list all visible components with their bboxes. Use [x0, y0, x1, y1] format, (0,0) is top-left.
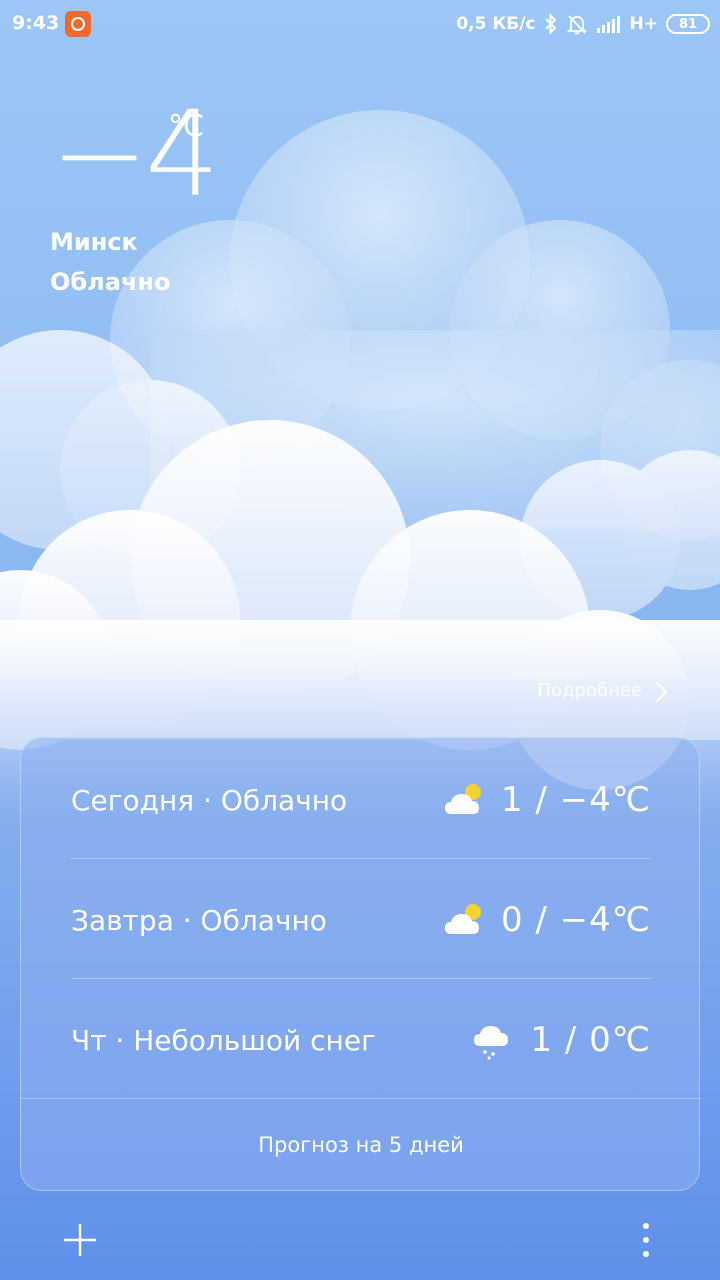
partly-cloudy-icon — [443, 900, 487, 940]
status-time: 9:43 — [12, 12, 60, 34]
forecast-row-tomorrow[interactable]: Завтра · Облачно 0 / −4℃ — [71, 860, 651, 980]
forecast-temps: 0 / −4℃ — [500, 900, 651, 940]
forecast-day-label: Сегодня · Облачно — [71, 783, 348, 817]
forecast-row-today[interactable]: Сегодня · Облачно 1 / −4℃ — [71, 740, 651, 860]
current-temperature: −4 — [50, 85, 220, 223]
signal-icon — [596, 14, 622, 34]
more-vertical-icon[interactable] — [636, 1222, 656, 1258]
forecast-day-label: Завтра · Облачно — [71, 903, 327, 937]
details-link-label: Подробнее — [537, 680, 642, 701]
temperature-unit: °C — [168, 109, 204, 144]
five-day-forecast-label: Прогноз на 5 дней — [258, 1133, 464, 1157]
bluetooth-icon — [544, 13, 558, 35]
battery-icon: 81 — [666, 14, 710, 34]
status-bar: 9:43 0,5 КБ/с H+ 81 — [0, 0, 720, 50]
details-link[interactable]: Подробнее — [538, 680, 642, 701]
network-type: H+ — [629, 14, 658, 34]
divider — [71, 858, 651, 859]
network-speed: 0,5 КБ/с — [456, 14, 536, 34]
battery-level: 81 — [678, 16, 698, 32]
forecast-day-label: Чт · Небольшой снег — [71, 1023, 376, 1057]
forecast-temps: 1 / 0℃ — [530, 1020, 651, 1060]
mi-app-icon — [65, 11, 91, 37]
city-name[interactable]: Минск — [50, 228, 138, 256]
plus-icon[interactable] — [62, 1222, 98, 1258]
partly-cloudy-icon — [443, 780, 487, 820]
forecast-row-thursday[interactable]: Чт · Небольшой снег 1 / 0℃ — [71, 980, 651, 1100]
current-weather: −4 °C — [50, 95, 220, 225]
forecast-temps: 1 / −4℃ — [500, 780, 651, 820]
current-condition: Облачно — [50, 268, 171, 296]
status-right-group: 0,5 КБ/с H+ 81 — [456, 10, 710, 38]
light-snow-icon — [472, 1020, 516, 1060]
divider — [71, 978, 651, 979]
forecast-card: Сегодня · Облачно 1 / −4℃ Завтра · Облач… — [20, 737, 701, 1192]
chevron-right-icon — [654, 680, 668, 708]
bell-off-icon — [566, 13, 588, 35]
five-day-forecast-button[interactable]: Прогноз на 5 дней — [21, 1098, 701, 1192]
